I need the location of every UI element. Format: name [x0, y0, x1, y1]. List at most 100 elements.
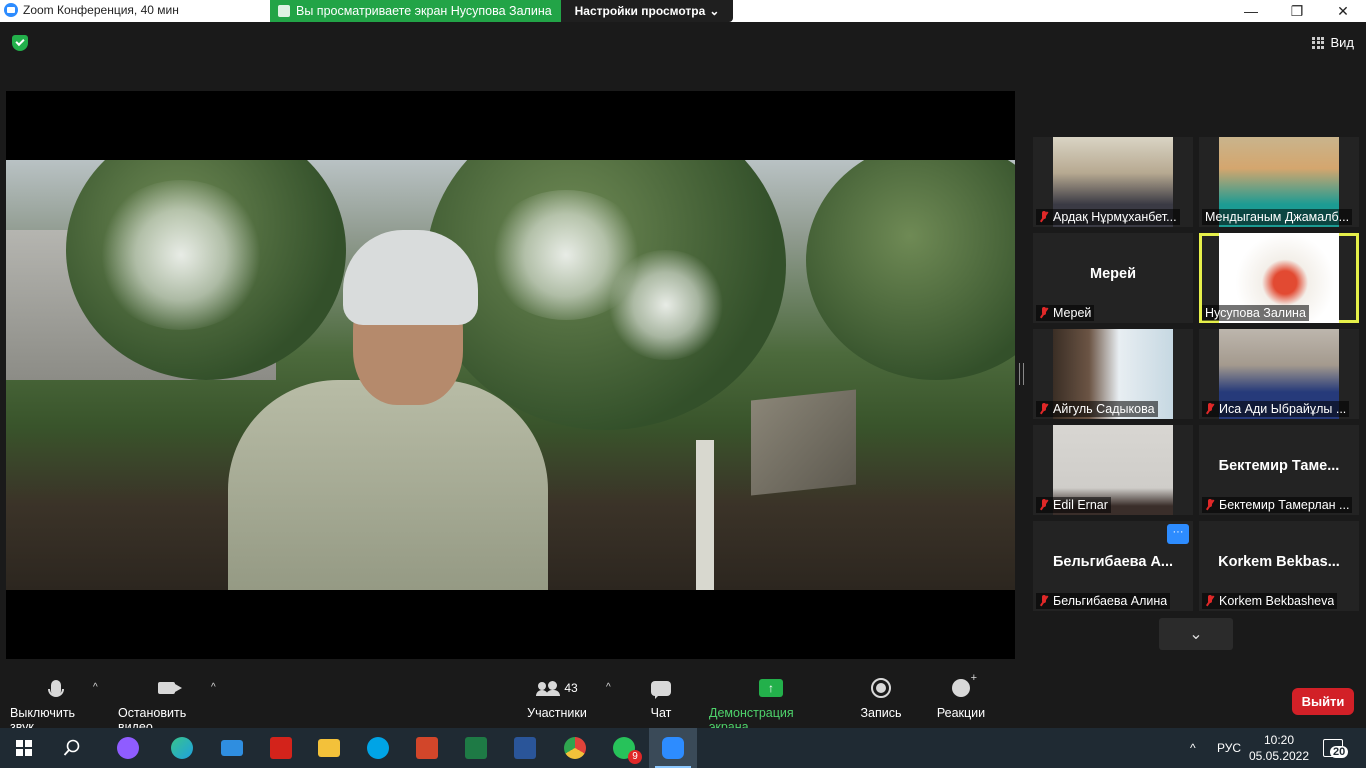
clock-date: 05.05.2022 [1248, 749, 1310, 763]
windows-taskbar: 9 ^ РУС 10:20 05.05.2022 20 [0, 728, 1366, 768]
participant-name: Айгуль Садыкова [1053, 402, 1155, 416]
smiley-plus-icon [952, 672, 977, 697]
taskbar-app-powerpoint[interactable] [403, 728, 451, 768]
panel-resize-handle[interactable] [1019, 363, 1024, 385]
start-button[interactable] [0, 728, 48, 768]
screen-share-icon [278, 5, 290, 17]
input-language[interactable]: РУС [1217, 728, 1241, 768]
record-label: Запись [860, 706, 902, 720]
participant-tile[interactable]: Korkem Bekbas... Korkem Bekbasheva [1199, 521, 1359, 611]
skype-icon [367, 737, 389, 759]
microphone-icon [48, 680, 64, 697]
participant-tile[interactable]: Бектемир Таме... Бектемир Тамерлан ... [1199, 425, 1359, 515]
acrobat-icon [270, 737, 292, 759]
close-button[interactable]: ✕ [1320, 0, 1366, 22]
tray-overflow-button[interactable]: ^ [1190, 728, 1196, 768]
participant-tile[interactable]: Ардақ Нұрмұханбет... [1033, 137, 1193, 227]
taskbar-app-chrome[interactable] [551, 728, 599, 768]
gallery-next-page-button[interactable]: ⌄ [1159, 618, 1233, 650]
participant-display-name: Korkem Bekbas... [1218, 554, 1340, 570]
tree-trunk [696, 440, 714, 590]
participant-tile[interactable]: ··· Бельгибаева А... Бельгибаева Алина [1033, 521, 1193, 611]
taskbar-app-acrobat[interactable] [257, 728, 305, 768]
participants-icon [536, 680, 561, 696]
reactions-button[interactable]: Реакции [936, 672, 986, 720]
taskbar-app-mail[interactable] [208, 728, 256, 768]
view-settings-button[interactable]: Настройки просмотра ⌄ [561, 0, 733, 22]
minimize-icon: — [1244, 3, 1258, 19]
taskbar-app-edge[interactable] [158, 728, 206, 768]
folder-icon [318, 739, 340, 757]
participant-name: Мендыганым Джамалб... [1205, 210, 1350, 224]
woman-in-headscarf [228, 230, 548, 590]
taskbar-app-excel[interactable] [452, 728, 500, 768]
participants-button[interactable]: 43 Участники [527, 678, 587, 720]
participant-name: Ардақ Нұрмұханбет... [1053, 210, 1177, 224]
taskbar-app-skype[interactable] [354, 728, 402, 768]
taskbar-app-explorer[interactable] [305, 728, 353, 768]
share-screen-button[interactable]: ↑ Демонстрация экрана [709, 678, 833, 734]
record-icon [871, 678, 891, 698]
more-options-button[interactable]: ··· [1167, 524, 1189, 544]
shared-video-frame [6, 160, 1015, 590]
clock-time: 10:20 [1263, 733, 1295, 747]
participant-display-name: Мерей [1090, 266, 1136, 282]
zoom-icon [662, 737, 684, 759]
mic-muted-icon [1039, 595, 1049, 607]
participant-tile[interactable]: Мерей Мерей [1033, 233, 1193, 323]
mic-muted-icon [1205, 403, 1215, 415]
mic-muted-icon [1039, 307, 1049, 319]
language-label: РУС [1217, 741, 1242, 755]
taskbar-app-zoom[interactable] [649, 728, 697, 768]
video-options-caret[interactable]: ^ [211, 682, 216, 693]
mic-muted-icon [1039, 499, 1049, 511]
view-label: Вид [1330, 35, 1354, 50]
notification-count: 20 [1330, 746, 1349, 758]
share-screen-icon: ↑ [759, 679, 783, 697]
share-banner-text: Вы просматриваете экран Нусупова Залина [296, 4, 552, 18]
chat-icon [651, 680, 671, 699]
zoom-logo-icon [4, 3, 18, 17]
view-button[interactable]: Вид [1312, 35, 1354, 50]
mic-muted-icon [1039, 403, 1049, 415]
mail-icon [221, 740, 243, 756]
mic-muted-icon [1039, 211, 1049, 223]
participants-options-caret[interactable]: ^ [606, 682, 611, 693]
search-button[interactable] [48, 728, 96, 768]
maximize-icon: ❐ [1290, 2, 1304, 19]
edge-icon [171, 737, 193, 759]
participants-label: Участники [527, 706, 587, 720]
stop-video-button[interactable]: Остановить видео [118, 678, 220, 734]
taskbar-app-whatsapp[interactable]: 9 [600, 728, 648, 768]
alice-icon [117, 737, 139, 759]
participant-tile[interactable]: Мендыганым Джамалб... [1199, 137, 1359, 227]
close-icon: ✕ [1337, 2, 1349, 19]
leave-meeting-button[interactable]: Выйти [1292, 688, 1354, 715]
windows-logo-icon [16, 740, 32, 756]
participant-tile[interactable]: Айгуль Садыкова [1033, 329, 1193, 419]
maximize-button[interactable]: ❐ [1274, 0, 1320, 22]
participant-name: Мерей [1053, 306, 1092, 320]
encryption-shield-icon[interactable] [12, 35, 28, 51]
participant-display-name: Бельгибаева А... [1052, 554, 1174, 570]
participant-tile[interactable]: Иса Ади Ыбрайұлы ... [1199, 329, 1359, 419]
record-button[interactable]: Запись [858, 678, 904, 720]
audio-options-caret[interactable]: ^ [93, 682, 98, 693]
chat-button[interactable]: Чат [645, 678, 677, 720]
video-camera-icon [157, 682, 182, 694]
search-icon [63, 739, 80, 756]
participant-tile-active-speaker[interactable]: Нусупова Залина [1199, 233, 1359, 323]
word-icon [514, 737, 536, 759]
chevron-up-icon: ^ [1190, 741, 1196, 755]
mute-button[interactable]: Выключить звук [10, 678, 102, 734]
taskbar-clock[interactable]: 10:20 05.05.2022 [1248, 732, 1310, 764]
view-settings-label: Настройки просмотра [574, 4, 706, 18]
taskbar-app-word[interactable] [501, 728, 549, 768]
powerpoint-icon [416, 737, 438, 759]
taskbar-app-alice[interactable] [104, 728, 152, 768]
minimize-button[interactable]: — [1228, 0, 1274, 22]
metal-sheet [751, 389, 856, 496]
participant-tile[interactable]: Edil Ernar [1033, 425, 1193, 515]
chevron-down-icon: ⌄ [709, 4, 720, 18]
participant-name: Бектемир Тамерлан ... [1219, 498, 1350, 512]
